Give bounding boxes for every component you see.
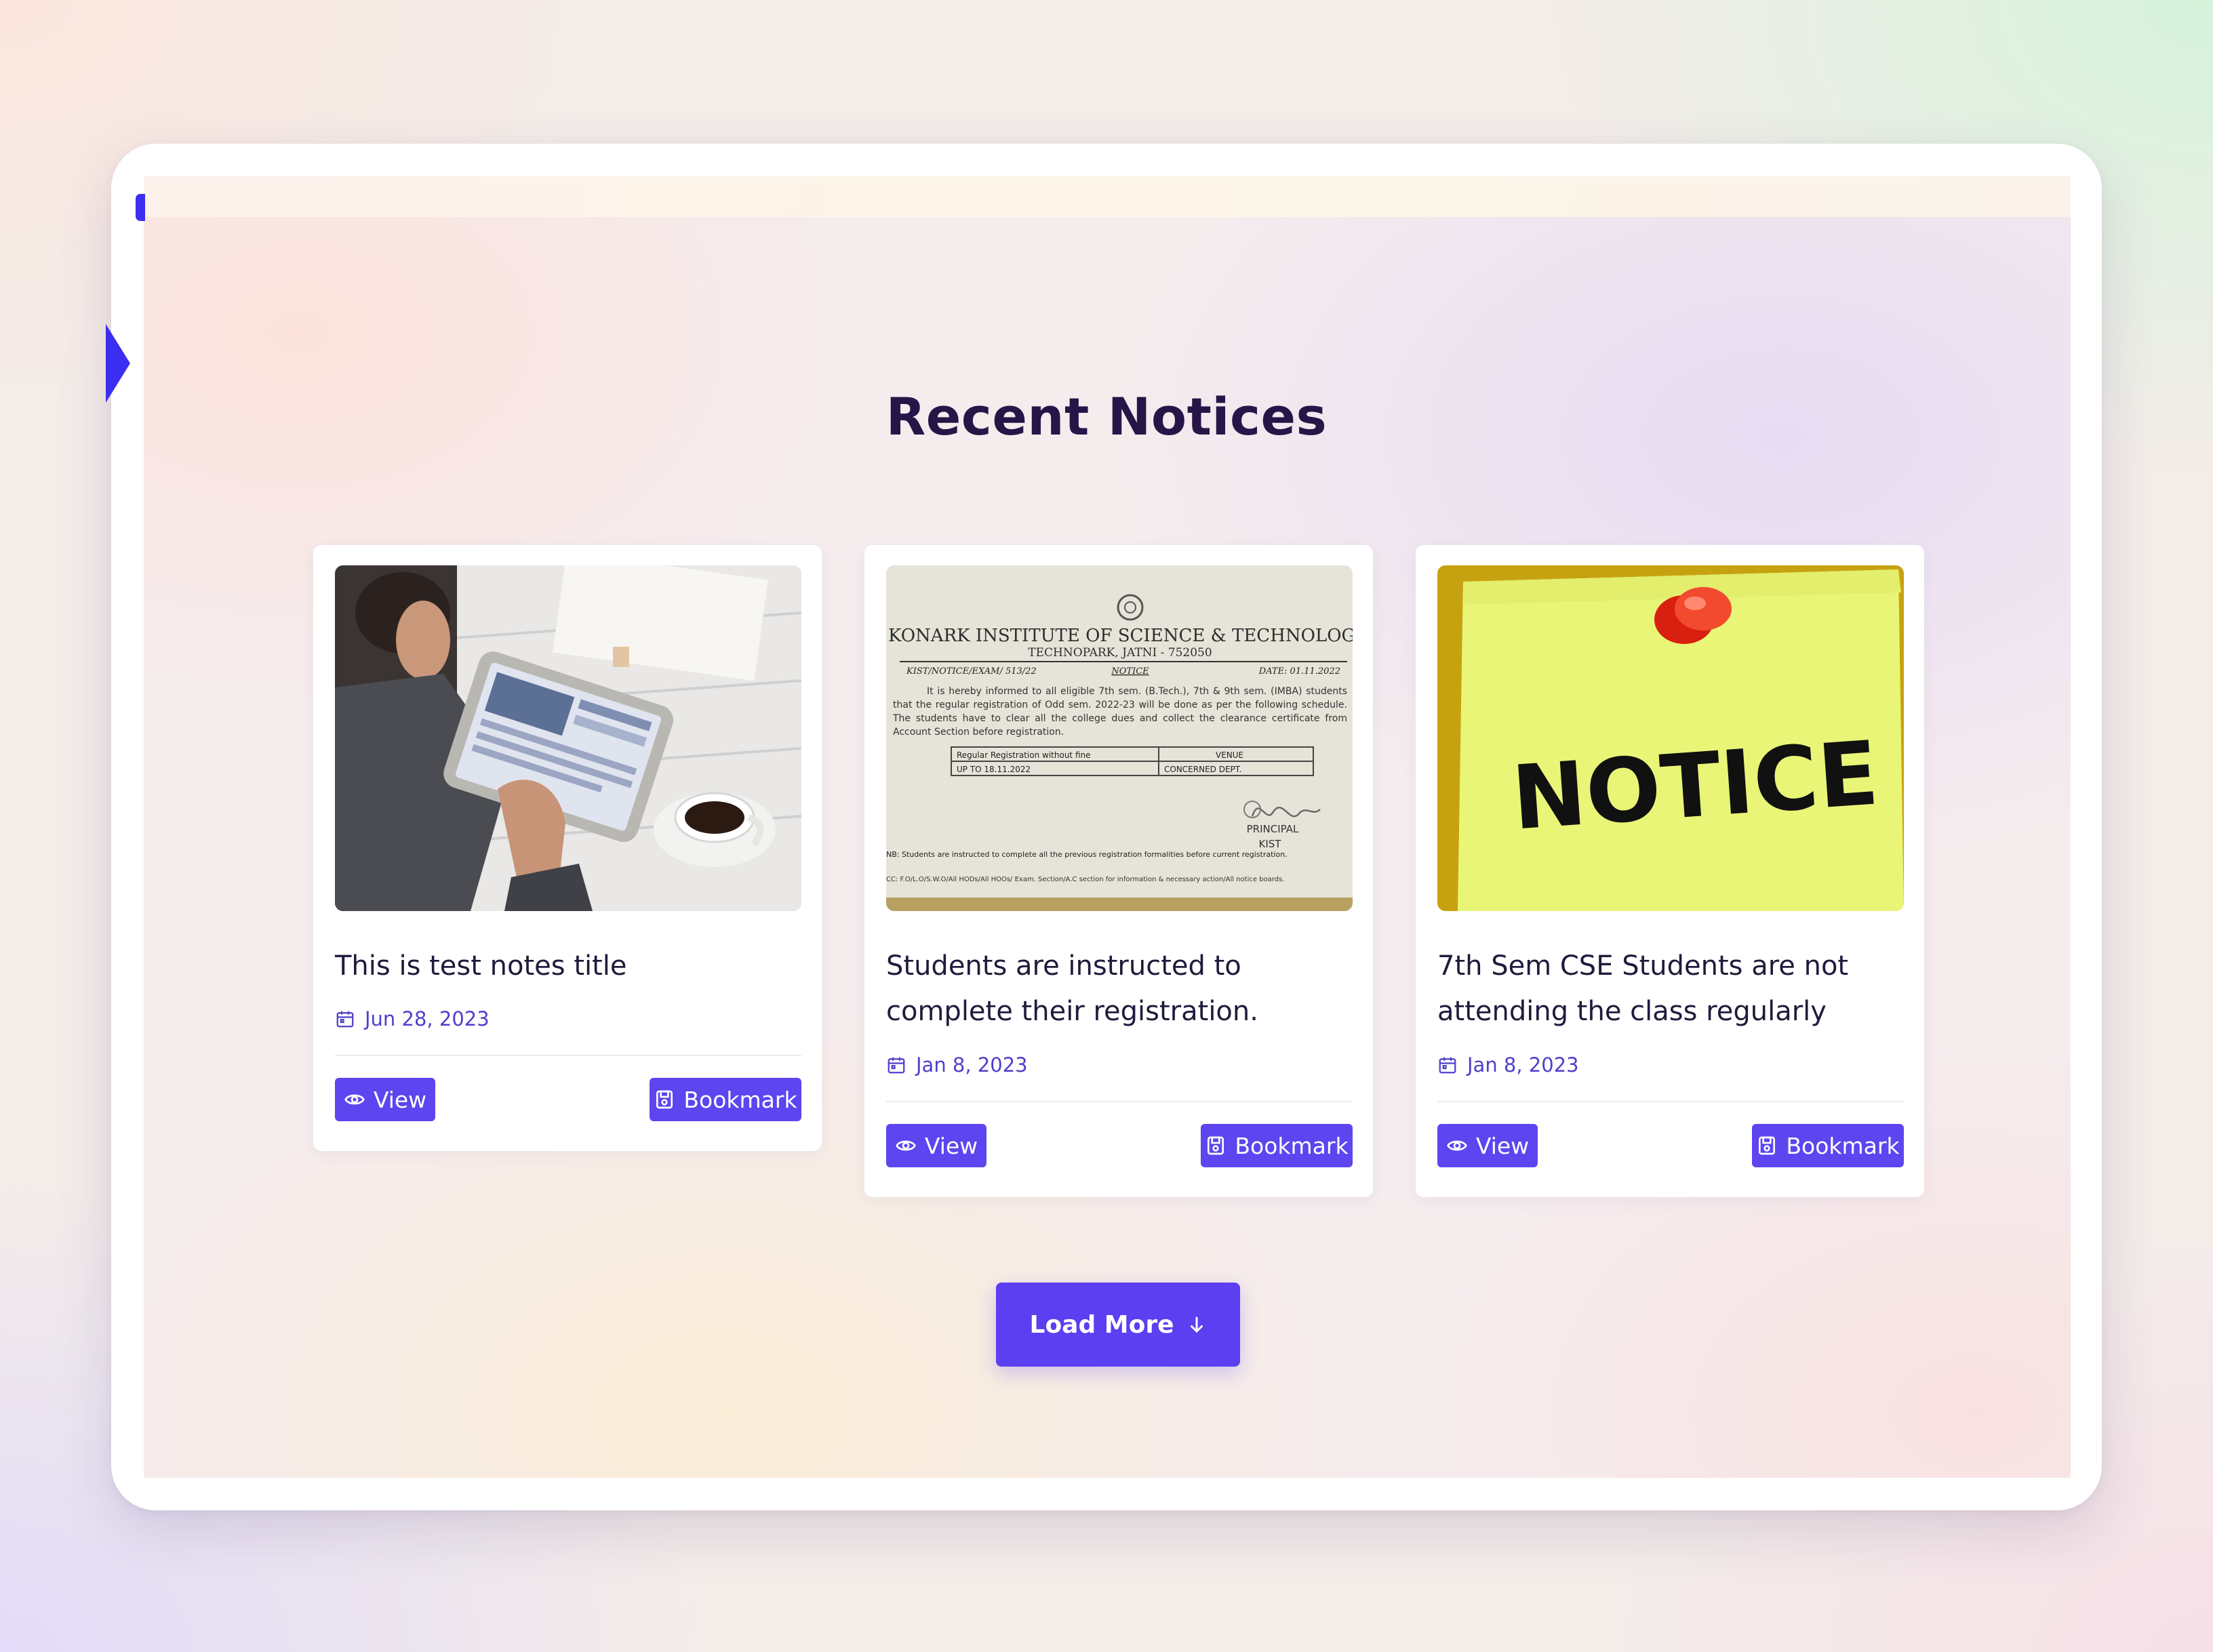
bookmark-save-icon bbox=[1208, 1136, 1224, 1155]
notice-title[interactable]: Students are instructed to complete thei… bbox=[886, 944, 1353, 1034]
bookmark-button[interactable]: Bookmark bbox=[1752, 1124, 1904, 1167]
bookmark-button[interactable]: Bookmark bbox=[650, 1078, 801, 1121]
bookmark-button-label: Bookmark bbox=[1786, 1132, 1900, 1159]
eye-icon bbox=[896, 1140, 916, 1151]
notice-image[interactable]: KONARK INSTITUTE OF SCIENCE & TECHNOLOGY… bbox=[886, 565, 1353, 911]
bookmark-button-label: Bookmark bbox=[1235, 1132, 1349, 1159]
side-indicator-dot bbox=[136, 194, 145, 221]
doc-col2-header: VENUE bbox=[1216, 750, 1243, 760]
notice-date-text: Jan 8, 2023 bbox=[916, 1053, 1028, 1076]
view-button-label: View bbox=[924, 1132, 978, 1159]
notice-card: NOTICE 7th Sem CSE Students are not atte… bbox=[1416, 545, 1924, 1197]
card-divider bbox=[886, 1101, 1353, 1102]
doc-address: TECHNOPARK, JATNI - 752050 bbox=[1028, 646, 1212, 660]
card-divider bbox=[335, 1055, 801, 1056]
notice-card: This is test notes title Jun 28, 2023 Vi… bbox=[313, 545, 822, 1151]
doc-ref: KIST/NOTICE/EXAM/ 513/22 bbox=[906, 666, 1037, 677]
doc-body: It is hereby informed to all eligible 7t… bbox=[893, 686, 1347, 738]
section-title: Recent Notices bbox=[885, 386, 1328, 447]
top-strip bbox=[144, 176, 2071, 217]
notice-date: Jan 8, 2023 bbox=[1437, 1053, 1579, 1076]
doc-institute: KONARK INSTITUTE OF SCIENCE & TECHNOLOGY bbox=[888, 626, 1353, 646]
notice-date: Jan 8, 2023 bbox=[886, 1053, 1028, 1076]
bookmark-save-icon bbox=[656, 1090, 673, 1109]
bookmark-button[interactable]: Bookmark bbox=[1201, 1124, 1353, 1167]
view-button[interactable]: View bbox=[886, 1124, 986, 1167]
notice-title[interactable]: 7th Sem CSE Students are not attending t… bbox=[1437, 944, 1904, 1034]
doc-footnote: NB: Students are instructed to complete … bbox=[886, 850, 1288, 859]
load-more-label: Load More bbox=[1029, 1310, 1174, 1339]
doc-col1-header: Regular Registration without fine bbox=[957, 750, 1091, 760]
doc-col1-value: UP TO 18.11.2022 bbox=[957, 765, 1031, 774]
bookmark-button-label: Bookmark bbox=[683, 1086, 797, 1113]
load-more-button[interactable]: Load More bbox=[996, 1283, 1240, 1367]
notice-title[interactable]: This is test notes title bbox=[335, 944, 801, 989]
view-button[interactable]: View bbox=[335, 1078, 435, 1121]
arrow-down-icon bbox=[1190, 1316, 1203, 1333]
eye-icon bbox=[1447, 1140, 1467, 1151]
notice-card: KONARK INSTITUTE OF SCIENCE & TECHNOLOGY… bbox=[864, 545, 1373, 1197]
view-button[interactable]: View bbox=[1437, 1124, 1538, 1167]
calendar-icon bbox=[888, 1057, 905, 1074]
view-button-label: View bbox=[373, 1086, 427, 1113]
notice-image[interactable]: NOTICE bbox=[1437, 565, 1904, 911]
notice-date-text: Jan 8, 2023 bbox=[1467, 1053, 1579, 1076]
doc-cc: CC: F.O/L.O/S.W.O/All HODs/All HOOs/ Exa… bbox=[886, 876, 1284, 883]
notice-date: Jun 28, 2023 bbox=[335, 1007, 490, 1030]
notice-image[interactable] bbox=[335, 565, 801, 911]
doc-date: DATE: 01.11.2022 bbox=[1258, 666, 1340, 677]
notice-date-text: Jun 28, 2023 bbox=[365, 1007, 490, 1030]
bookmark-save-icon bbox=[1759, 1136, 1776, 1155]
doc-heading: NOTICE bbox=[1111, 666, 1149, 677]
doc-signer: PRINCIPAL bbox=[1247, 823, 1299, 835]
card-divider bbox=[1437, 1101, 1904, 1102]
calendar-icon bbox=[1439, 1057, 1456, 1074]
doc-col2-value: CONCERNED DEPT. bbox=[1164, 765, 1242, 774]
doc-signer-org: KIST bbox=[1259, 838, 1282, 850]
view-button-label: View bbox=[1475, 1132, 1530, 1159]
calendar-icon bbox=[336, 1011, 354, 1028]
eye-icon bbox=[344, 1094, 365, 1105]
